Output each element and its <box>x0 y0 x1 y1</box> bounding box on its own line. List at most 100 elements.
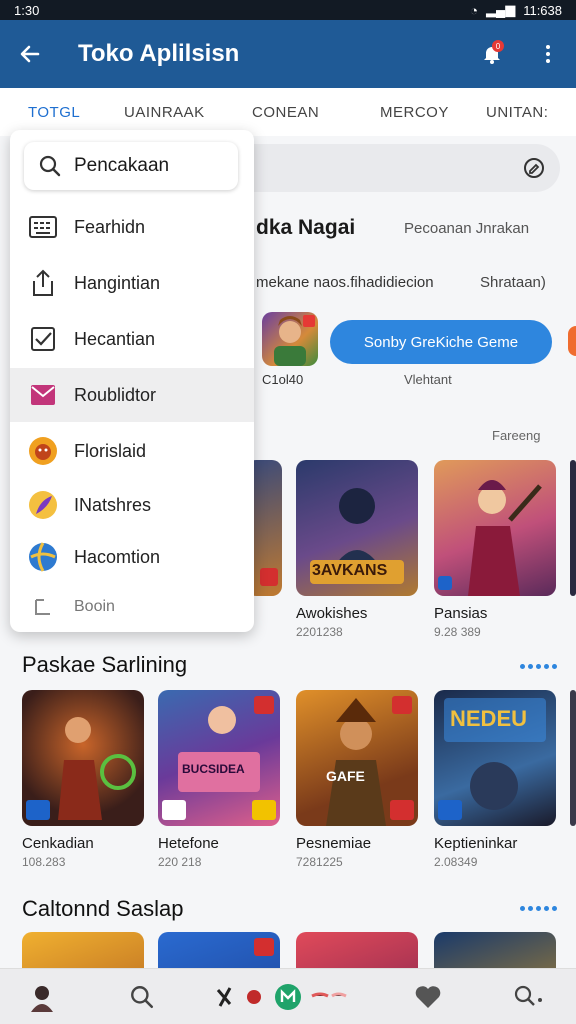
rating-chip <box>390 800 414 820</box>
menu-item-label: Hecantian <box>74 328 156 349</box>
tab-4[interactable]: UNITAN: <box>486 104 548 121</box>
game-meta: 2201238 <box>296 625 343 639</box>
voice-search-icon[interactable] <box>522 156 546 180</box>
game-card-edge[interactable] <box>570 460 576 596</box>
overflow-menu-button[interactable] <box>520 20 576 88</box>
game-art <box>22 690 144 826</box>
arrow-left-icon <box>20 45 40 63</box>
heart-icon <box>415 986 441 1008</box>
platform-chip <box>438 800 462 820</box>
game-card[interactable] <box>22 932 144 968</box>
game-name: Pesnemiae <box>296 835 372 852</box>
game-card[interactable]: NEDEU Keptieninkar 2.08349 <box>434 690 556 869</box>
nav-search[interactable] <box>124 979 160 1015</box>
game-card[interactable] <box>434 932 556 968</box>
game-art-text: BUCSIDEA <box>182 762 245 776</box>
menu-footer-item[interactable]: Booin <box>10 580 254 632</box>
app-badge <box>303 315 315 327</box>
game-card[interactable]: Pansias 9.28 389 <box>434 460 556 639</box>
search-icon <box>39 155 61 177</box>
promo-subtext: Vlehtant <box>404 372 452 387</box>
game-card[interactable]: BUCSIDEA Hetefone 220 218 <box>158 690 280 869</box>
avatar <box>31 986 53 1012</box>
checkbox-icon <box>28 324 58 354</box>
game-art <box>434 460 556 596</box>
promo-app-label: C1ol40 <box>262 372 304 387</box>
tab-3[interactable]: MERCOY <box>380 104 449 121</box>
dropdown-search[interactable]: Pencakaan <box>24 142 238 190</box>
section-title: Paskae Sarlining <box>22 652 188 677</box>
menu-item[interactable]: Hecantian <box>10 312 254 366</box>
menu-item[interactable]: Hacomtion <box>10 530 254 584</box>
lion-badge-icon <box>28 436 58 466</box>
menu-item-label: Roublidtor <box>74 384 157 405</box>
promo-button[interactable]: Sonby GreKiche Geme <box>330 320 552 364</box>
section-title: Caltonnd Saslap <box>22 896 184 921</box>
game-meta: 2.08349 <box>434 855 478 869</box>
battery-text: 11:638 <box>523 2 562 18</box>
game-meta: 7281225 <box>296 855 343 869</box>
nav-favorites[interactable] <box>410 979 446 1015</box>
tab-1[interactable]: UAINRAAK <box>124 104 205 121</box>
platform-chip <box>26 800 50 820</box>
game-art: BUCSIDEA <box>158 690 280 826</box>
nav-profile[interactable] <box>24 979 60 1015</box>
nav-search-more[interactable] <box>510 979 546 1015</box>
app-bar: Toko Aplilsisn 0 <box>0 20 576 88</box>
section-subtitle-right: Shrataan) <box>480 274 546 291</box>
games-icon <box>216 984 347 1010</box>
more-vert-icon <box>546 45 550 63</box>
share-upload-icon <box>28 268 58 298</box>
notifications-button[interactable]: 0 <box>464 20 520 88</box>
game-name: Pansias <box>434 605 488 622</box>
search-bar[interactable] <box>230 144 560 192</box>
keyboard-icon <box>28 212 58 242</box>
menu-item[interactable]: Fearhidn <box>10 200 254 254</box>
bottom-navigation <box>0 968 576 1024</box>
game-art-text: 3AVKANS <box>312 562 388 579</box>
menu-item-label: Hacomtion <box>74 546 161 567</box>
status-bar: 1:30 ◔ ▂▄▆ 11:638 <box>0 0 576 20</box>
dropdown-search-label: Pencakaan <box>74 155 170 176</box>
menu-item-label: INatshres <box>74 494 152 515</box>
signal-icon: ▂▄▆ <box>485 2 516 17</box>
platform-chip <box>162 800 186 820</box>
more-dots-icon[interactable] <box>520 906 557 911</box>
menu-item-label: Florislaid <box>74 440 147 461</box>
menu-item[interactable]: Hangintian <box>10 256 254 310</box>
game-art-text: NEDEU <box>450 706 528 731</box>
game-card[interactable]: Cenkadian 108.283 <box>22 690 144 869</box>
tab-2[interactable]: CONEAN <box>252 104 319 121</box>
promo-app-icon[interactable] <box>262 312 318 366</box>
game-card[interactable]: GAFE Pesnemiae 7281225 <box>296 690 418 869</box>
game-card-edge[interactable] <box>570 690 576 826</box>
game-meta: 9.28 389 <box>434 625 481 639</box>
more-dots-icon[interactable] <box>520 664 557 669</box>
game-card[interactable] <box>296 932 418 968</box>
game-card[interactable] <box>158 932 280 968</box>
featured-link[interactable]: Fareeng <box>492 428 540 443</box>
search-plus-icon <box>514 985 542 1006</box>
game-art: GAFE <box>296 690 418 826</box>
feather-icon <box>28 490 58 520</box>
badge <box>254 696 274 714</box>
wifi-icon: ◔ <box>470 2 478 18</box>
menu-item-selected[interactable]: Roublidtor <box>10 368 254 422</box>
globe-icon <box>28 542 58 572</box>
search-icon <box>131 986 154 1009</box>
nav-games[interactable] <box>216 979 356 1015</box>
tab-0[interactable]: TOTGL <box>28 104 80 121</box>
status-time: 1:30 <box>14 2 40 18</box>
game-art: NEDEU <box>434 690 556 826</box>
menu-item-label: Fearhidn <box>74 216 146 237</box>
back-button[interactable] <box>0 20 60 88</box>
notification-badge: 0 <box>492 40 504 52</box>
mail-icon <box>28 380 58 410</box>
game-card[interactable]: 3AVKANS Awokishes 2201238 <box>296 460 418 639</box>
section-header-link[interactable]: Pecoanan Jnrakan <box>404 220 529 237</box>
game-name: Keptieninkar <box>434 835 518 852</box>
menu-item[interactable]: Florislaid <box>10 424 254 478</box>
menu-item[interactable]: INatshres <box>10 478 254 532</box>
next-promo-edge[interactable] <box>568 326 576 356</box>
dropdown-menu: Pencakaan Fearhidn Hangintian Hecantian … <box>10 130 254 632</box>
